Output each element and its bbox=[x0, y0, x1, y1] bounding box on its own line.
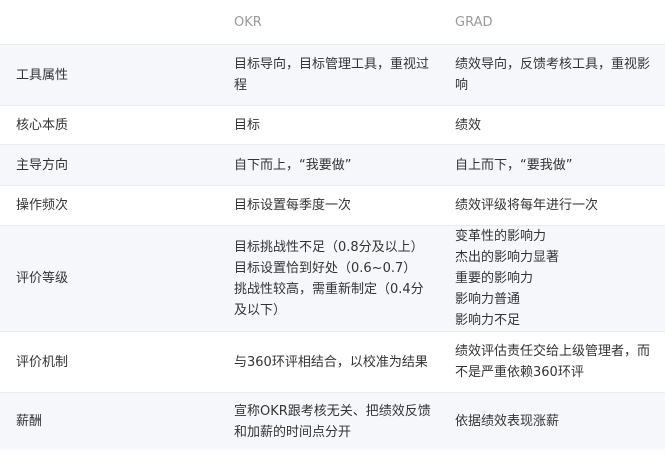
header-dimension bbox=[0, 0, 222, 45]
grad-cell: 绩效评级将每年进行一次 bbox=[443, 185, 665, 226]
table-row: 操作频次 目标设置每季度一次 绩效评级将每年进行一次 bbox=[0, 185, 665, 226]
okr-line: 与360环评相结合，以校准为结果 bbox=[234, 354, 428, 370]
okr-line: 目标 bbox=[234, 117, 261, 133]
okr-line: 目标设置每季度一次 bbox=[234, 198, 352, 213]
okr-line: 目标导向，目标管理工具，重视过程 bbox=[234, 57, 430, 93]
table-row: 主导方向 自下而上，“我要做” 自上而下，“要我做” bbox=[0, 144, 665, 186]
grad-line: 重要的影响力 bbox=[455, 271, 534, 286]
grad-line: 杰出的影响力显著 bbox=[455, 250, 560, 265]
okr-line: 宣称OKR跟考核无关、把绩效反馈和加薪的时间点分开 bbox=[234, 403, 431, 440]
row-label: 评价等级 bbox=[0, 225, 222, 332]
okr-cell: 自下而上，“我要做” bbox=[222, 144, 443, 186]
header-okr: OKR bbox=[222, 0, 443, 45]
table-row: 工具属性 目标导向，目标管理工具，重视过程 绩效导向，反馈考核工具，重视影响 bbox=[0, 44, 665, 106]
table-row: 评价等级 目标挑战性不足（0.8分及以上） 目标设置恰到好处（0.6~0.7） … bbox=[0, 225, 665, 332]
grad-cell: 绩效导向，反馈考核工具，重视影响 bbox=[443, 44, 665, 106]
grad-line: 影响力不足 bbox=[455, 313, 521, 328]
row-label: 工具属性 bbox=[0, 44, 222, 106]
okr-line: 自下而上，“我要做” bbox=[234, 157, 352, 173]
grad-cell: 变革性的影响力 杰出的影响力显著 重要的影响力 影响力普通 影响力不足 bbox=[443, 225, 665, 332]
grad-line: 变革性的影响力 bbox=[455, 229, 547, 244]
okr-cell: 目标挑战性不足（0.8分及以上） 目标设置恰到好处（0.6~0.7） 挑战性较高… bbox=[222, 225, 443, 332]
grad-line: 自上而下，“要我做” bbox=[455, 157, 573, 173]
okr-cell: 目标设置每季度一次 bbox=[222, 185, 443, 226]
okr-line: 挑战性较高，需重新制定（0.4分及以下） bbox=[234, 281, 424, 318]
okr-cell: 目标 bbox=[222, 105, 443, 145]
table-row: 评价机制 与360环评相结合，以校准为结果 绩效评估责任交给上级管理者，而不是严… bbox=[0, 331, 665, 393]
okr-line: 目标挑战性不足（0.8分及以上） bbox=[234, 239, 424, 255]
row-label: 评价机制 bbox=[0, 331, 222, 393]
row-label: 主导方向 bbox=[0, 144, 222, 186]
grad-line: 绩效导向，反馈考核工具，重视影响 bbox=[455, 57, 651, 93]
okr-cell: 与360环评相结合，以校准为结果 bbox=[222, 331, 443, 393]
grad-cell: 自上而下，“要我做” bbox=[443, 144, 665, 186]
header-grad: GRAD bbox=[443, 0, 665, 45]
grad-cell: 绩效评估责任交给上级管理者，而不是严重依赖360环评 bbox=[443, 331, 665, 393]
row-label: 操作频次 bbox=[0, 185, 222, 226]
table-header-row: OKR GRAD bbox=[0, 0, 665, 45]
row-label: 核心本质 bbox=[0, 105, 222, 145]
row-label: 薪酬 bbox=[0, 392, 222, 450]
grad-cell: 绩效 bbox=[443, 105, 665, 145]
okr-grad-comparison-table: OKR GRAD 工具属性 目标导向，目标管理工具，重视过程 绩效导向，反馈考核… bbox=[0, 0, 665, 450]
grad-line: 依据绩效表现涨薪 bbox=[455, 414, 560, 429]
table-row: 薪酬 宣称OKR跟考核无关、把绩效反馈和加薪的时间点分开 依据绩效表现涨薪 bbox=[0, 392, 665, 450]
grad-line: 影响力普通 bbox=[455, 292, 521, 307]
table-row: 核心本质 目标 绩效 bbox=[0, 105, 665, 145]
grad-line: 绩效 bbox=[455, 117, 482, 133]
grad-line: 绩效评估责任交给上级管理者，而不是严重依赖360环评 bbox=[455, 344, 651, 380]
okr-cell: 目标导向，目标管理工具，重视过程 bbox=[222, 44, 443, 106]
okr-line: 目标设置恰到好处（0.6~0.7） bbox=[234, 260, 417, 276]
grad-cell: 依据绩效表现涨薪 bbox=[443, 392, 665, 450]
okr-cell: 宣称OKR跟考核无关、把绩效反馈和加薪的时间点分开 bbox=[222, 392, 443, 450]
grad-line: 绩效评级将每年进行一次 bbox=[455, 198, 599, 213]
